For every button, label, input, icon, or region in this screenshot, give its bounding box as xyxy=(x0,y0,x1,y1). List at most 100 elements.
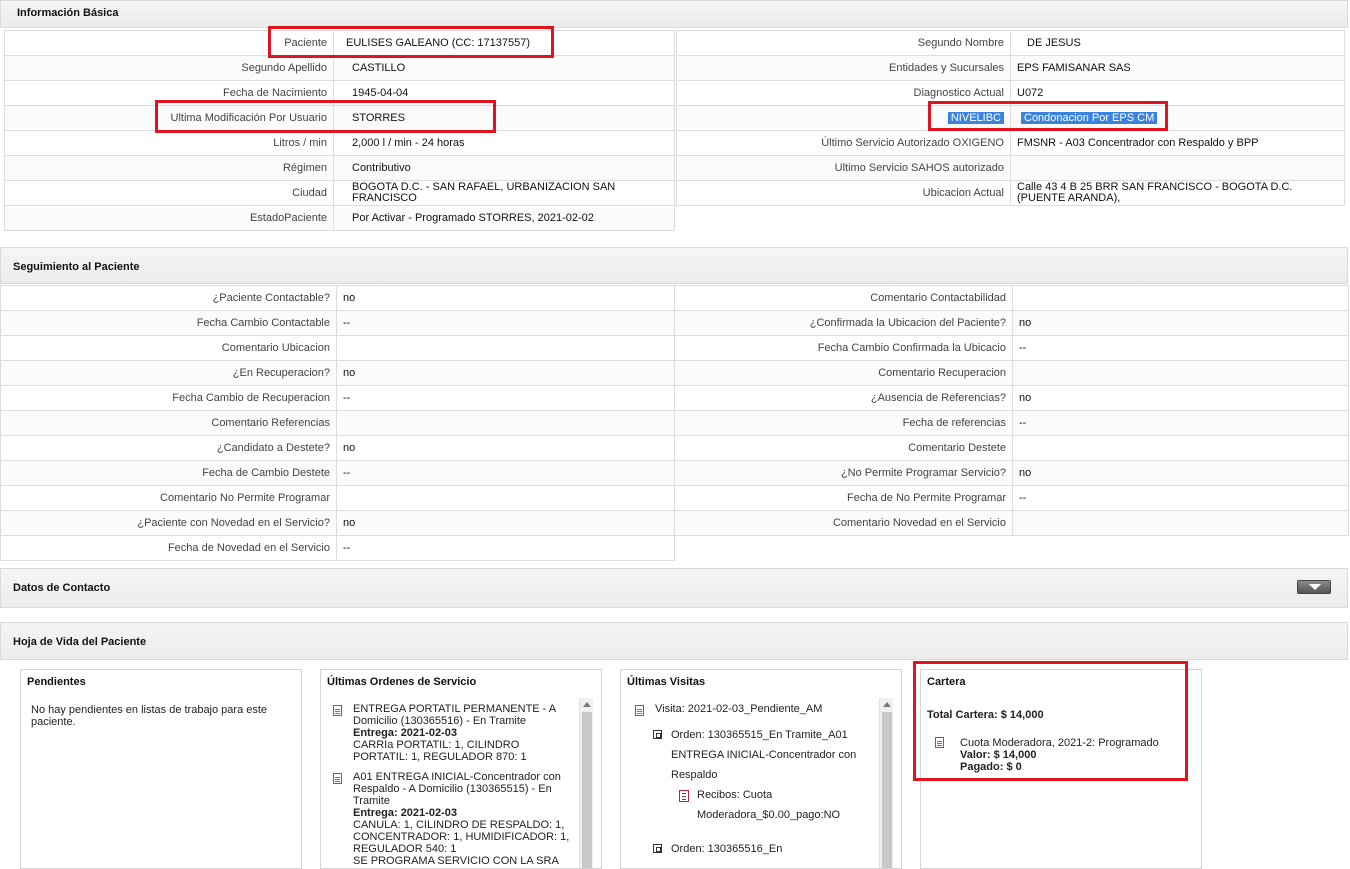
field-value: EPS FAMISANAR SAS xyxy=(1010,55,1345,81)
info-row: Fecha Cambio de Recuperacion -- xyxy=(0,385,675,411)
field-label: ¿Paciente Contactable? xyxy=(0,285,337,311)
info-row: Fecha de Novedad en el Servicio -- xyxy=(0,535,675,561)
visita-orden-entry[interactable]: Orden: 130365515_En Tramite_A01 ENTREGA … xyxy=(631,725,875,785)
info-row: Litros / min 2,000 l / min - 24 horas xyxy=(4,130,675,156)
panel-title: Últimas Ordenes de Servicio xyxy=(327,676,477,688)
info-row: Fecha de No Permite Programar -- xyxy=(674,485,1349,511)
info-row: Fecha de Cambio Destete -- xyxy=(0,460,675,486)
visita-orden-text: Orden: 130365516_En xyxy=(671,843,783,855)
cartera-item[interactable]: Cuota Moderadora, 2021-2: Programado Val… xyxy=(927,737,1179,773)
section-header-seguimiento: Seguimiento al Paciente xyxy=(0,247,1348,284)
scrollbar[interactable] xyxy=(579,698,593,868)
order-icon xyxy=(653,844,662,853)
field-label: Fecha de Novedad en el Servicio xyxy=(0,535,337,561)
scroll-up-icon[interactable] xyxy=(883,702,891,707)
scroll-thumb[interactable] xyxy=(582,712,592,868)
basic-info-left-table: Paciente EULISES GALEANO (CC: 17137557) Se… xyxy=(4,30,675,231)
field-value-text: Condonacion Por EPS CM xyxy=(1021,111,1158,124)
section-title: Datos de Contacto xyxy=(13,582,111,594)
orden-detail: CARRIa PORTATIL: 1, CILINDRO PORTATIL: 1… xyxy=(353,739,527,763)
field-value: CASTILLO xyxy=(333,55,675,81)
receipt-icon xyxy=(679,790,689,802)
field-value: DE JESUS xyxy=(1010,30,1345,56)
field-label: Comentario Ubicacion xyxy=(0,335,337,361)
recibo-entry[interactable]: Recibos: Cuota Moderadora_$0.00_pago:NO xyxy=(631,785,875,825)
chevron-down-icon[interactable] xyxy=(1297,580,1331,594)
field-value: Contributivo xyxy=(333,155,675,181)
section-title: Seguimiento al Paciente xyxy=(13,261,140,273)
total-cartera: Total Cartera: $ 14,000 xyxy=(927,709,1044,721)
scrollbar[interactable] xyxy=(879,698,893,868)
info-row: Entidades y Sucursales EPS FAMISANAR SAS xyxy=(676,55,1345,81)
field-label: Comentario Novedad en el Servicio xyxy=(674,510,1013,536)
field-label: ¿No Permite Programar Servicio? xyxy=(674,460,1013,486)
panel-ultimas-visitas: Últimas Visitas Visita: 2021-02-03_Pendi… xyxy=(620,669,902,869)
field-value: BOGOTA D.C. - SAN RAFAEL, URBANIZACION S… xyxy=(333,180,675,206)
document-icon xyxy=(635,705,644,716)
info-row: Comentario Novedad en el Servicio xyxy=(674,510,1349,536)
document-icon xyxy=(333,773,342,784)
info-row: Comentario Destete xyxy=(674,435,1349,461)
visita-orden-entry[interactable]: Orden: 130365516_En xyxy=(631,839,875,859)
info-row: Comentario No Permite Programar xyxy=(0,485,675,511)
field-value: FMSNR - A03 Concentrador con Respaldo y … xyxy=(1010,130,1345,156)
info-row: Fecha Cambio Contactable -- xyxy=(0,310,675,336)
field-label: Entidades y Sucursales xyxy=(676,55,1011,81)
field-value xyxy=(1012,510,1349,536)
entrega-date: 2021-02-03 xyxy=(400,807,457,819)
visita-text: Visita: 2021-02-03_Pendiente_AM xyxy=(655,703,823,715)
info-row: ¿Paciente con Novedad en el Servicio? no xyxy=(0,510,675,536)
orden-entry[interactable]: ENTREGA PORTATIL PERMANENTE - A Domicili… xyxy=(329,703,577,763)
info-row: Fecha de referencias -- xyxy=(674,410,1349,436)
recibo-text: Recibos: Cuota Moderadora_$0.00_pago:NO xyxy=(697,789,841,821)
field-label-text: NIVELIBC xyxy=(947,111,1004,124)
section-header-hoja-de-vida: Hoja de Vida del Paciente xyxy=(0,622,1348,660)
info-row: Diagnostico Actual U072 xyxy=(676,80,1345,106)
pendientes-text: No hay pendientes en listas de trabajo p… xyxy=(31,704,268,728)
info-row: ¿Paciente Contactable? no xyxy=(0,285,675,311)
visita-entry[interactable]: Visita: 2021-02-03_Pendiente_AM xyxy=(631,703,875,716)
field-label: Régimen xyxy=(4,155,334,181)
info-row: ¿Confirmada la Ubicacion del Paciente? no xyxy=(674,310,1349,336)
section-header-datos-contacto[interactable]: Datos de Contacto xyxy=(0,568,1348,608)
info-row: Comentario Referencias xyxy=(0,410,675,436)
info-row: EstadoPaciente Por Activar - Programado S… xyxy=(4,205,675,231)
section-title: Hoja de Vida del Paciente xyxy=(13,636,147,648)
field-value: -- xyxy=(336,310,675,336)
info-row: Comentario Recuperacion xyxy=(674,360,1349,386)
field-label: Fecha Cambio de Recuperacion xyxy=(0,385,337,411)
panel-title: Pendientes xyxy=(27,676,86,688)
field-label: ¿En Recuperacion? xyxy=(0,360,337,386)
section-header-informacion-basica: Información Básica xyxy=(0,0,1348,28)
info-row: Segundo Apellido CASTILLO xyxy=(4,55,675,81)
info-row: ¿En Recuperacion? no xyxy=(0,360,675,386)
field-value xyxy=(1010,155,1345,181)
scroll-thumb[interactable] xyxy=(882,712,892,868)
field-label: Ciudad xyxy=(4,180,334,206)
info-row: Comentario Contactabilidad xyxy=(674,285,1349,311)
field-value: no xyxy=(1012,310,1349,336)
field-label: NIVELIBC xyxy=(676,105,1011,131)
field-value xyxy=(1012,360,1349,386)
orden-title: A01 ENTREGA INICIAL-Concentrador con Res… xyxy=(353,771,561,807)
scroll-up-icon[interactable] xyxy=(583,702,591,707)
field-value xyxy=(336,335,675,361)
field-value: no xyxy=(336,510,675,536)
field-value: -- xyxy=(336,385,675,411)
entrega-date: 2021-02-03 xyxy=(400,727,457,739)
field-value: no xyxy=(1012,385,1349,411)
panel-pendientes: Pendientes No hay pendientes en listas d… xyxy=(20,669,302,869)
info-row: Ultimo Servicio SAHOS autorizado xyxy=(676,155,1345,181)
orden-title: ENTREGA PORTATIL PERMANENTE - A Domicili… xyxy=(353,703,556,727)
orden-entry[interactable]: A01 ENTREGA INICIAL-Concentrador con Res… xyxy=(329,771,577,867)
field-value: Por Activar - Programado STORRES, 2021-0… xyxy=(333,205,675,231)
field-value: no xyxy=(336,435,675,461)
field-value: U072 xyxy=(1010,80,1345,106)
field-value: Calle 43 4 B 25 BRR SAN FRANCISCO - BOGO… xyxy=(1010,180,1345,206)
panel-ultimas-ordenes: Últimas Ordenes de Servicio ENTREGA PORT… xyxy=(320,669,602,869)
orden-detail: CANULA: 1, CILINDRO DE RESPALDO: 1, CONC… xyxy=(353,819,570,855)
seguimiento-left-table: ¿Paciente Contactable? no Fecha Cambio Con… xyxy=(0,285,675,561)
info-row: ¿Candidato a Destete? no xyxy=(0,435,675,461)
field-label: Comentario Destete xyxy=(674,435,1013,461)
field-value xyxy=(1012,435,1349,461)
